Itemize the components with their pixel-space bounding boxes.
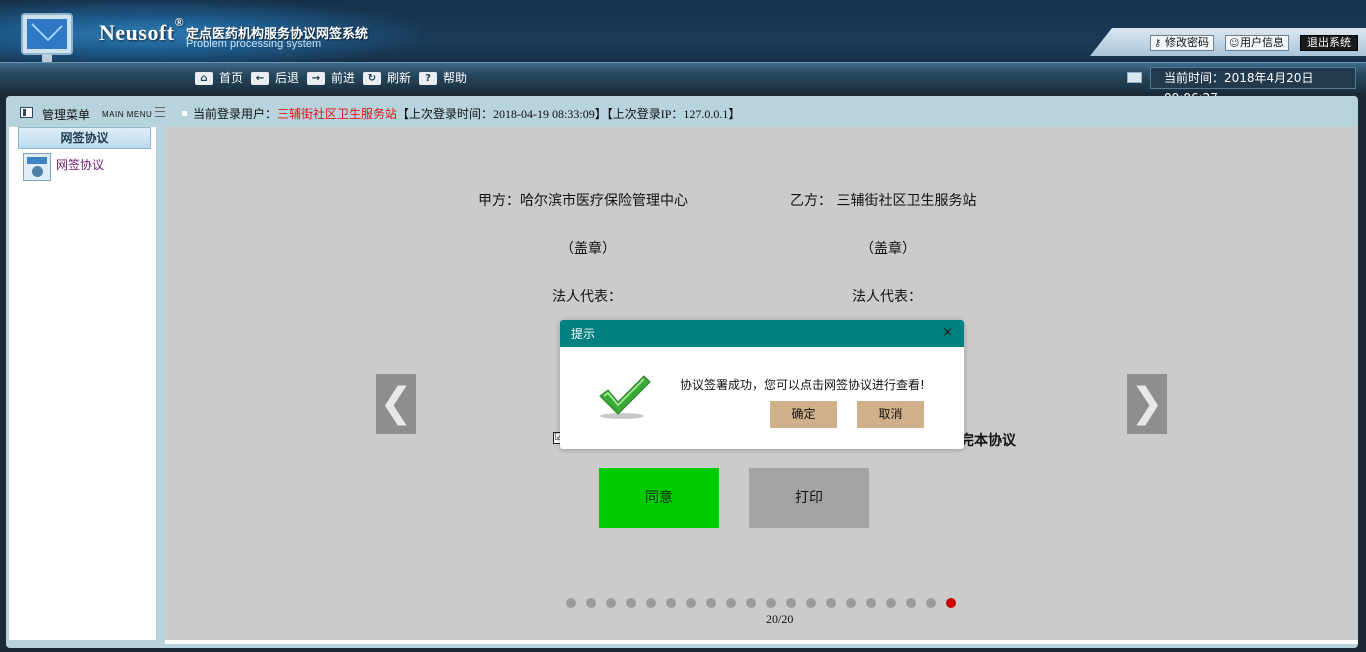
page-dot[interactable] xyxy=(846,598,856,608)
page-dots xyxy=(566,598,966,608)
change-password-button[interactable]: ⚷ 修改密码 xyxy=(1150,35,1214,51)
page-dot[interactable] xyxy=(786,598,796,608)
user-card-icon xyxy=(23,153,51,181)
prev-page-button[interactable]: ❮ xyxy=(376,374,416,434)
nav-back[interactable]: ← 后退 xyxy=(251,70,299,86)
back-arrow-icon: ← xyxy=(251,72,269,85)
page-dot[interactable] xyxy=(566,598,576,608)
last-login-info: 【上次登录时间：2018-04-19 08:33:09】【上次登录IP：127.… xyxy=(397,107,741,121)
nav-forward[interactable]: → 前进 xyxy=(307,70,355,86)
page-dot[interactable] xyxy=(806,598,816,608)
nav-bar: ⌂首页 ←后退 →前进 ↻刷新 ?帮助 当前时间：2018年4月20日09:06… xyxy=(0,62,1366,105)
dialog-header: 提示 × xyxy=(560,320,964,347)
page-dot[interactable] xyxy=(586,598,596,608)
nav-home[interactable]: ⌂ 首页 xyxy=(195,70,243,86)
seal-a: （盖章） xyxy=(560,241,616,257)
page-dot[interactable] xyxy=(886,598,896,608)
page-indicator: 20/20 xyxy=(766,612,794,626)
page-dot[interactable] xyxy=(946,598,956,608)
page-dot[interactable] xyxy=(866,598,876,608)
sidebar-header: 管理菜单 MAIN MENU xyxy=(6,100,165,126)
nav-refresh[interactable]: ↻ 刷新 xyxy=(363,70,411,86)
login-info-bar: 当前登录用户：三辅街社区卫生服务站【上次登录时间：2018-04-19 08:3… xyxy=(166,103,1356,125)
cancel-button[interactable]: 取消 xyxy=(857,401,924,428)
page-dot[interactable] xyxy=(826,598,836,608)
print-button[interactable]: 打印 xyxy=(749,468,869,528)
sidebar-title-en: MAIN MENU xyxy=(102,110,153,119)
forward-arrow-icon: → xyxy=(307,72,325,85)
page-dot[interactable] xyxy=(766,598,776,608)
sidebar: 网签协议 网签协议 xyxy=(9,127,156,640)
dialog-title: 提示 xyxy=(571,327,596,341)
page-dot[interactable] xyxy=(626,598,636,608)
representative-a: 法人代表： xyxy=(552,289,622,305)
next-page-button[interactable]: ❯ xyxy=(1127,374,1167,434)
home-icon: ⌂ xyxy=(195,72,213,85)
logout-button[interactable]: 退出系统 xyxy=(1300,35,1358,51)
menu-icon xyxy=(20,107,33,118)
bullet-icon xyxy=(182,111,187,116)
agree-button[interactable]: 同意 xyxy=(599,468,719,528)
seal-b: （盖章） xyxy=(860,241,916,257)
agree-checkbox-label: 完本协议 xyxy=(960,433,1016,449)
page-dot[interactable] xyxy=(746,598,756,608)
help-icon: ? xyxy=(419,72,437,85)
current-time: 当前时间：2018年4月20日09:06:27 xyxy=(1150,67,1356,105)
user-info-button[interactable]: ☺ 用户信息 xyxy=(1225,35,1289,51)
system-subtitle: Problem processing system xyxy=(186,38,322,50)
user-icon: ☺ xyxy=(1229,38,1240,49)
screen-icon xyxy=(1127,72,1142,83)
close-icon[interactable]: × xyxy=(942,325,953,340)
page-dot[interactable] xyxy=(666,598,676,608)
page-dot[interactable] xyxy=(906,598,916,608)
refresh-icon: ↻ xyxy=(363,72,381,85)
page-dot[interactable] xyxy=(926,598,936,608)
party-b: 乙方： 三辅街社区卫生服务站 xyxy=(790,193,977,209)
page-dot[interactable] xyxy=(706,598,716,608)
page-dot[interactable] xyxy=(606,598,616,608)
party-a: 甲方：哈尔滨市医疗保险管理中心 xyxy=(478,193,688,209)
collapse-menu-icon[interactable] xyxy=(155,107,165,117)
user-toolbar: ⚷ 修改密码 ☺ 用户信息 退出系统 xyxy=(1090,28,1366,56)
page-dot[interactable] xyxy=(686,598,696,608)
sidebar-title: 管理菜单 xyxy=(42,108,91,122)
confirm-button[interactable]: 确定 xyxy=(770,401,837,428)
login-user: 三辅街社区卫生服务站 xyxy=(277,107,398,121)
nav-help[interactable]: ? 帮助 xyxy=(419,70,467,86)
page-dot[interactable] xyxy=(726,598,736,608)
content-bottom-strip xyxy=(165,640,1358,644)
success-check-icon xyxy=(599,375,651,419)
sidebar-section-header[interactable]: 网签协议 xyxy=(18,127,151,149)
representative-b: 法人代表： xyxy=(852,289,922,305)
brand-name: Neusoft® xyxy=(99,14,185,45)
sidebar-item-online-agreement[interactable]: 网签协议 xyxy=(23,153,151,181)
page-dot[interactable] xyxy=(646,598,656,608)
success-dialog: 提示 × 协议签署成功，您可以点击网签协议进行查看! 确定 取消 xyxy=(560,320,964,449)
dialog-message: 协议签署成功，您可以点击网签协议进行查看! xyxy=(680,378,925,392)
key-icon: ⚷ xyxy=(1154,38,1162,49)
sidebar-item-label: 网签协议 xyxy=(56,158,105,172)
